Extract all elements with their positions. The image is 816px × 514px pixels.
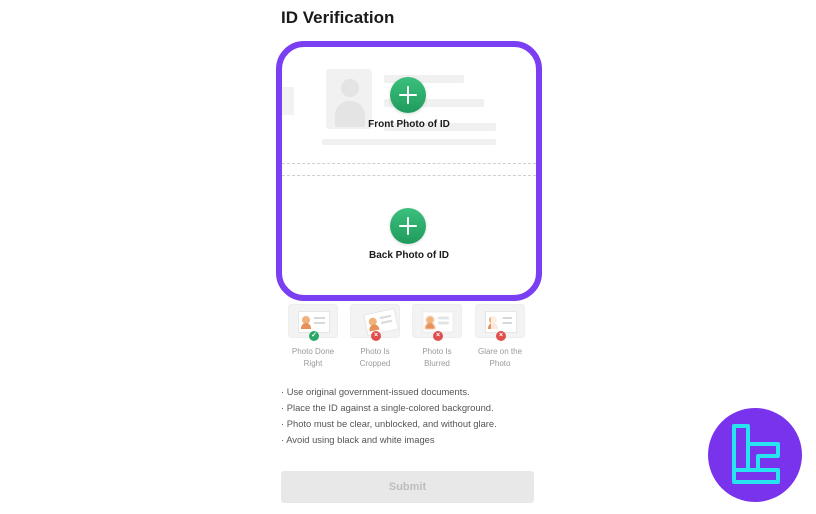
example-label: Photo Done Right bbox=[291, 347, 335, 368]
back-photo-upload[interactable]: Back Photo of ID bbox=[282, 177, 536, 295]
cross-icon: × bbox=[496, 331, 506, 341]
id-upload-panel: Front Photo of ID Back Photo of ID bbox=[276, 41, 542, 301]
add-back-photo-button[interactable] bbox=[390, 208, 426, 244]
guideline-item: · Use original government-issued documen… bbox=[281, 386, 470, 397]
cross-icon: × bbox=[433, 331, 443, 341]
add-front-photo-button[interactable] bbox=[390, 77, 426, 113]
guideline-item: · Avoid using black and white images bbox=[281, 434, 435, 445]
example-blurred: × Photo Is Blurred bbox=[409, 304, 465, 370]
brand-logo bbox=[708, 408, 802, 502]
example-label: Glare on the Photo bbox=[477, 347, 523, 368]
submit-button[interactable]: Submit bbox=[281, 471, 534, 503]
example-label: Photo Is Blurred bbox=[422, 347, 452, 368]
guideline-item: · Place the ID against a single-colored … bbox=[281, 402, 494, 413]
back-photo-label: Back Photo of ID bbox=[368, 250, 449, 261]
front-photo-label: Front Photo of ID bbox=[368, 119, 450, 130]
placeholder-edge bbox=[282, 87, 294, 115]
example-label: Photo Is Cropped bbox=[359, 347, 391, 368]
cross-icon: × bbox=[371, 331, 381, 341]
check-icon: ✓ bbox=[309, 331, 319, 341]
example-thumbnail: ✓ bbox=[288, 304, 338, 341]
example-done-right: ✓ Photo Done Right bbox=[285, 304, 341, 370]
slot-divider bbox=[282, 163, 536, 164]
guideline-item: · Photo must be clear, unblocked, and wi… bbox=[281, 418, 497, 429]
brand-logo-icon bbox=[732, 424, 780, 484]
example-thumbnail: × bbox=[350, 304, 400, 341]
example-glare: × Glare on the Photo bbox=[472, 304, 528, 370]
photo-examples: ✓ Photo Done Right × Photo Is Cropped × … bbox=[285, 304, 530, 374]
photo-guidelines: · Use original government-issued documen… bbox=[281, 384, 541, 448]
page-title: ID Verification bbox=[281, 8, 395, 27]
example-thumbnail: × bbox=[475, 304, 525, 341]
example-thumbnail: × bbox=[412, 304, 462, 341]
slot-divider bbox=[282, 175, 536, 176]
example-cropped: × Photo Is Cropped bbox=[347, 304, 403, 370]
front-photo-upload[interactable]: Front Photo of ID bbox=[282, 47, 536, 165]
